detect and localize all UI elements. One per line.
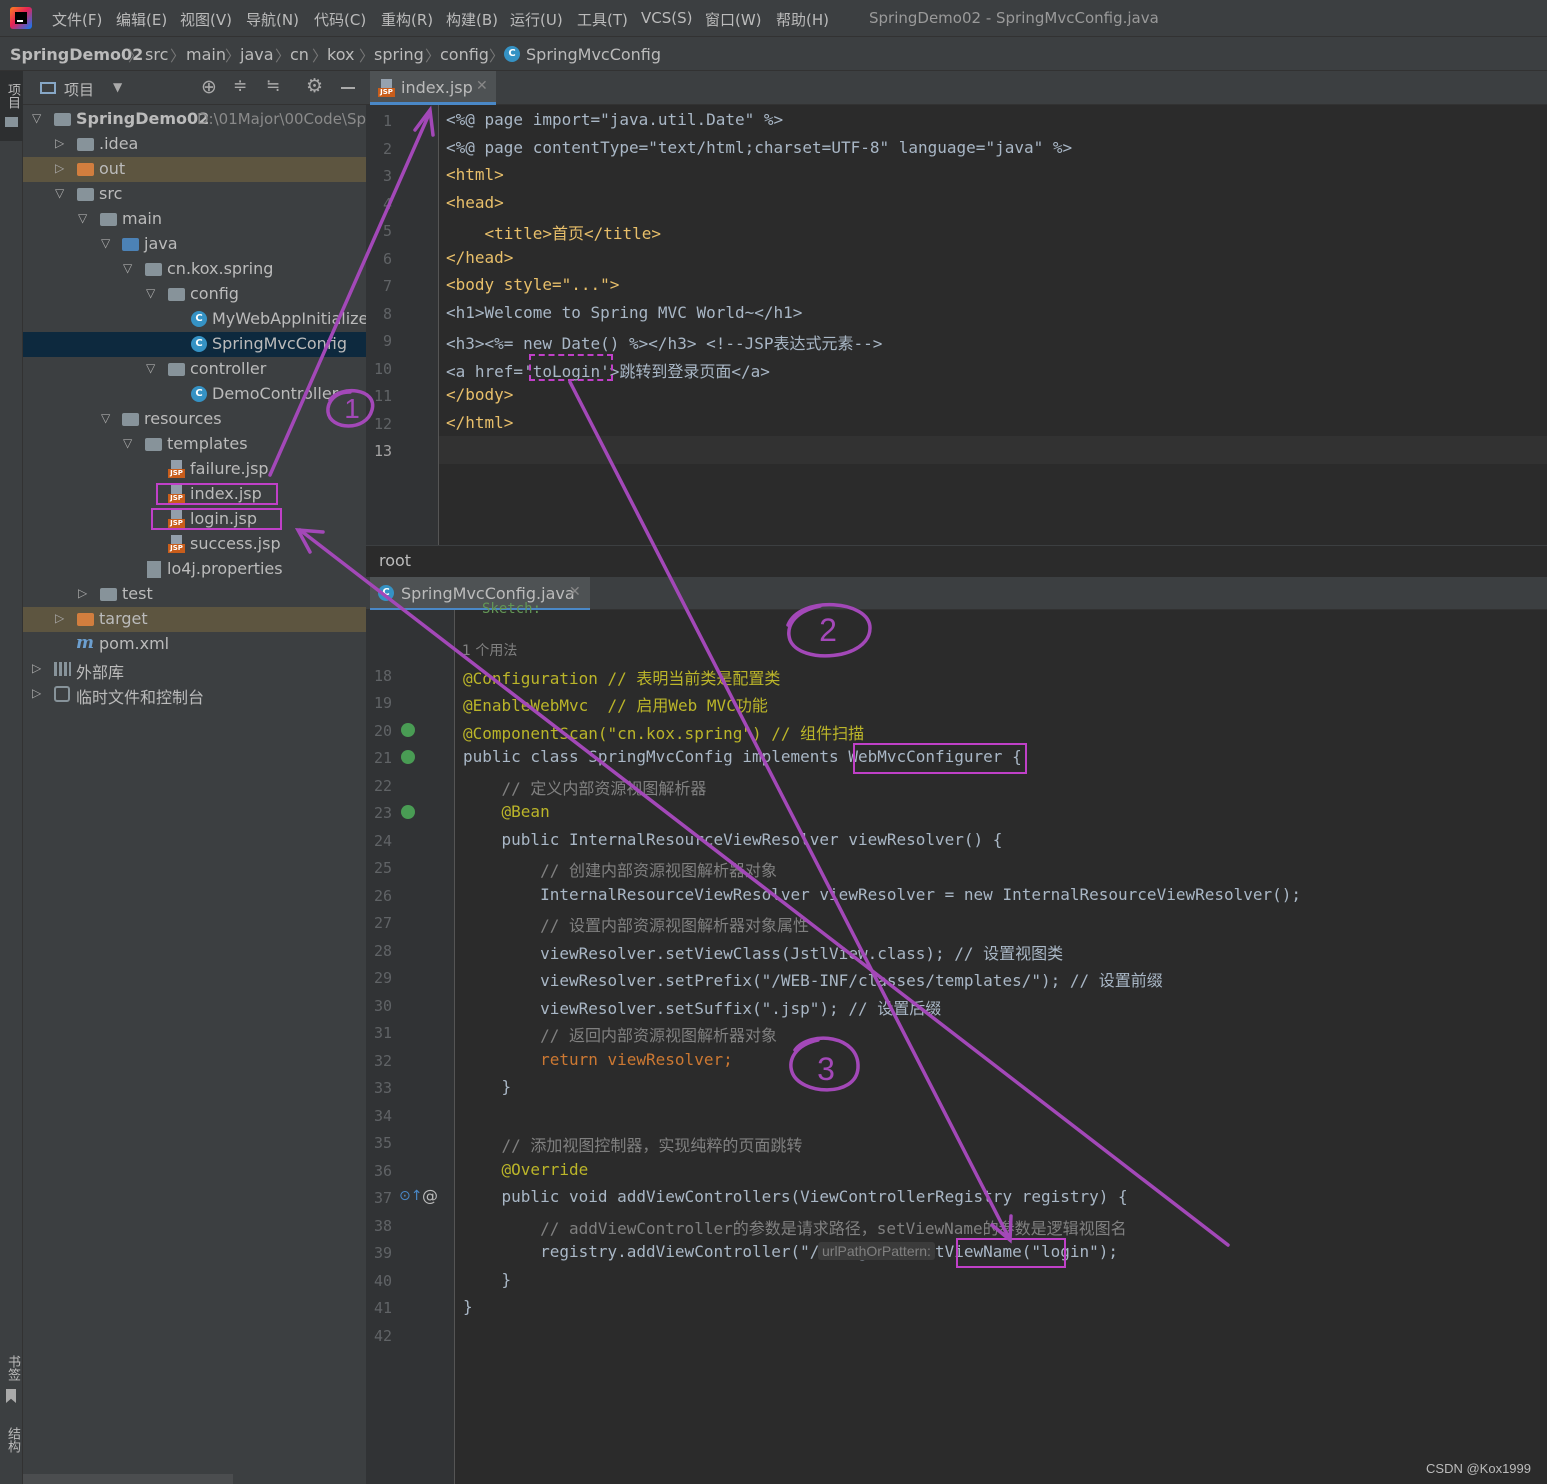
- annotation-number-1: 1: [344, 393, 360, 424]
- arrow-login-to-file: [298, 528, 1230, 1247]
- annotation-number-3: 3: [817, 1051, 835, 1087]
- arrow-head-3: [294, 527, 325, 554]
- annotation-number-2: 2: [819, 612, 837, 648]
- watermark: CSDN @Kox1999: [1426, 1461, 1531, 1476]
- arrow-tologin-to-config: [568, 380, 1012, 1242]
- annotation-overlay: 1 2 3: [268, 105, 1230, 1247]
